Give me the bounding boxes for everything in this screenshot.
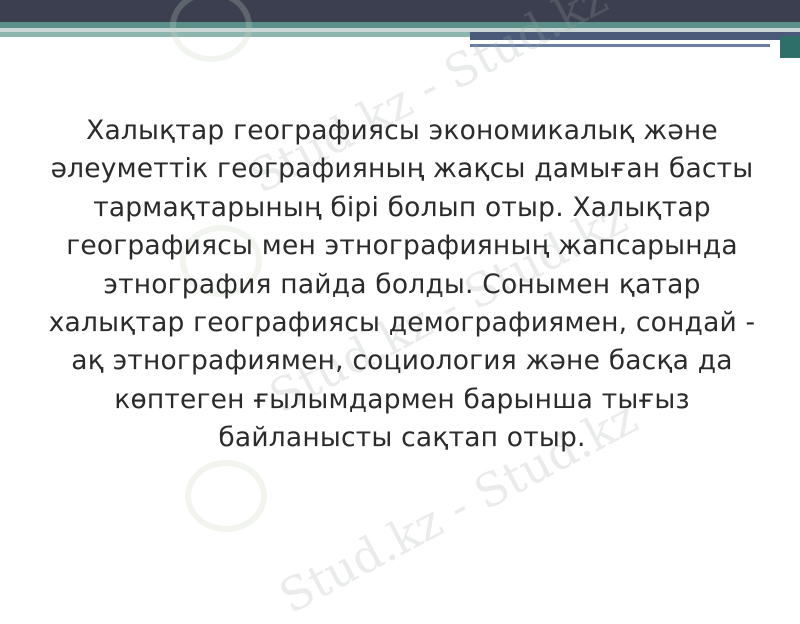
- watermark-logo: [170, 0, 252, 62]
- header-stripe-thin: [470, 44, 770, 47]
- watermark-logo: [185, 460, 267, 532]
- slide-header-bar: [0, 0, 800, 22]
- slide-body-text: Халықтар географиясы экономикалық және ә…: [48, 115, 756, 454]
- header-corner-block: [780, 36, 800, 58]
- header-stripe-right: [470, 32, 800, 40]
